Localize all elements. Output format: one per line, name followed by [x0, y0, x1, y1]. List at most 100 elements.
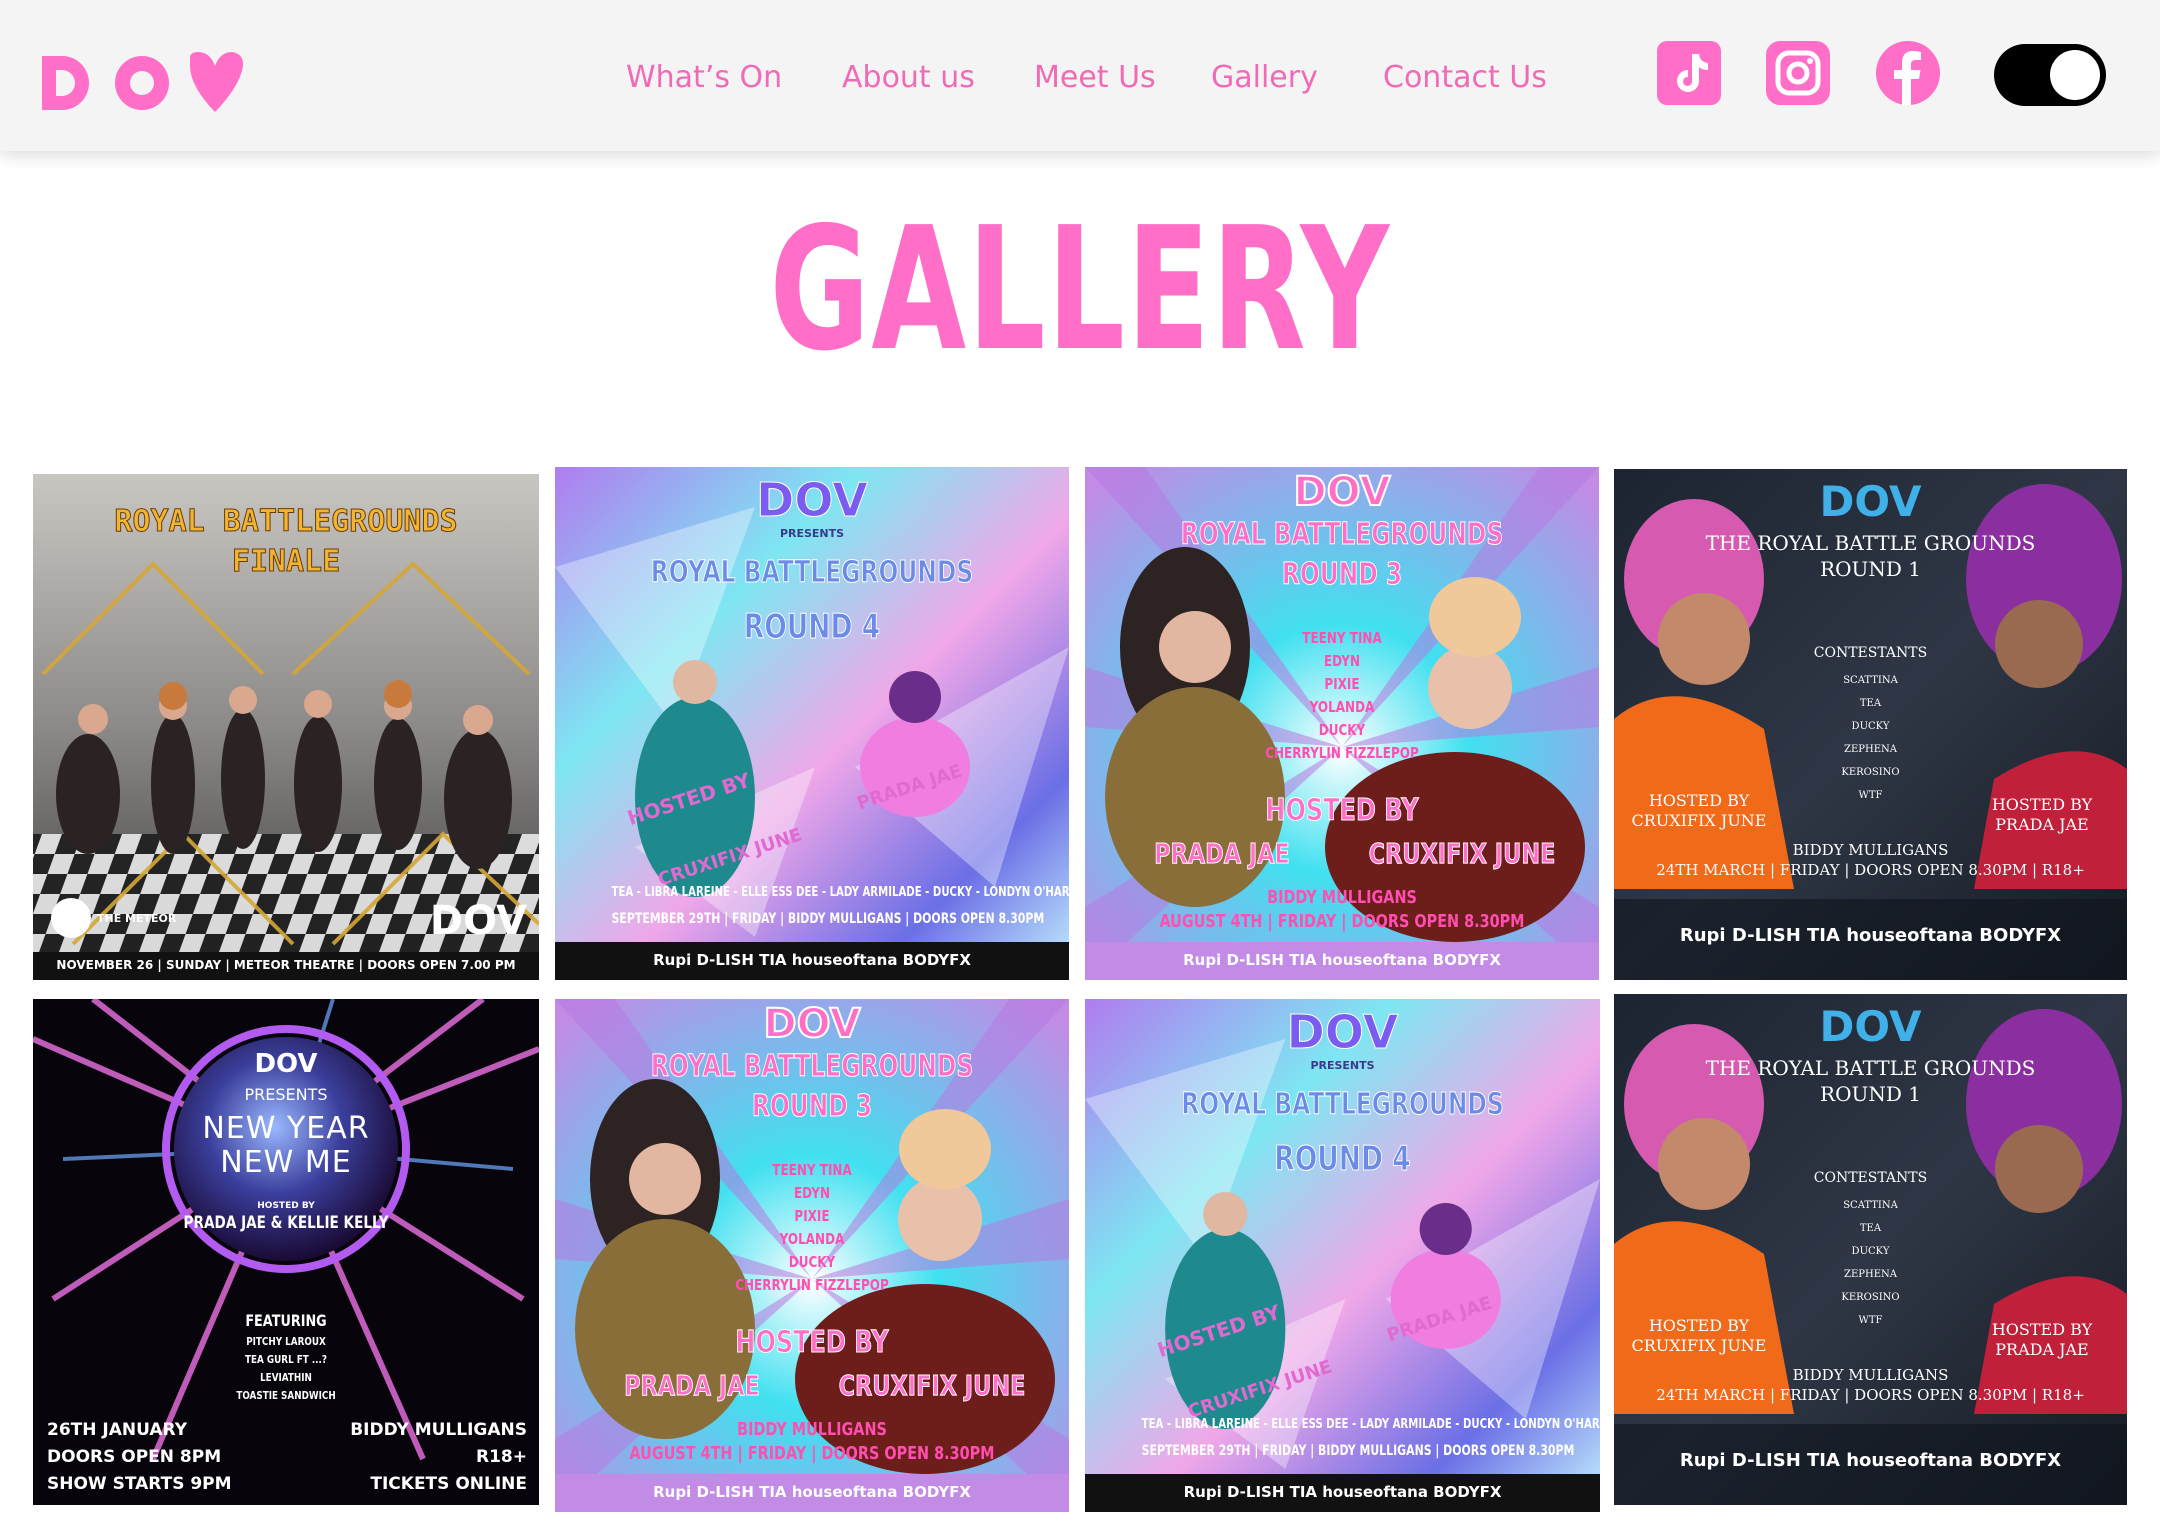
newyear-act: PITCHY LAROUX	[246, 1335, 326, 1348]
round3-b-hosted-by: HOSTED BY	[735, 1325, 889, 1361]
round4-sponsors: Rupi D-LISH TIA houseoftana BODYFX	[653, 951, 971, 969]
round4-b-presents: PRESENTS	[1310, 1059, 1375, 1072]
newyear-show: SHOW STARTS 9PM	[47, 1474, 232, 1494]
round1-contestant: DUCKY	[1851, 721, 1890, 732]
round4-dov-logo: DOV	[756, 473, 869, 528]
round1-b-host-left-label: HOSTED BY	[1648, 1316, 1750, 1335]
nav-gallery[interactable]: Gallery	[1211, 56, 1318, 100]
gallery-tile-finale[interactable]: ROYAL BATTLEGROUNDS FINALE THE METEOR DO…	[33, 474, 539, 980]
round3-contestant: EDYN	[1323, 652, 1361, 670]
gallery-tile-round1[interactable]: DOV THE ROYAL BATTLE GROUNDS ROUND 1 CON…	[1614, 469, 2127, 980]
page-title: GALLERY	[769, 191, 1391, 389]
round3-dov-logo: DOV	[1292, 468, 1391, 516]
round1-b-host-right-label: HOSTED BY	[1991, 1320, 2093, 1339]
newyear-venue: BIDDY MULLIGANS	[350, 1420, 527, 1440]
round1-host-right: HOSTED BY PRADA JAE	[1957, 795, 2127, 835]
newyear-right-info: BIDDY MULLIGANS R18+ TICKETS ONLINE	[350, 1417, 527, 1498]
round1-b-venue: BIDDY MULLIGANS	[1792, 1366, 1949, 1384]
round4-contestants: TEA - LIBRA LAREINE - ELLE ESS DEE - LAD…	[611, 885, 1069, 900]
round1-host-right-name: PRADA JAE	[1995, 815, 2089, 834]
round3-b-contestant: DUCKY	[788, 1253, 836, 1271]
round1-b-host-right: HOSTED BY PRADA JAE	[1957, 1320, 2127, 1360]
round1-b-contestant: KEROSINO	[1841, 1292, 1900, 1303]
newyear-acts: PITCHY LAROUX TEA GURL FT ...? LEVIATHIN…	[84, 1333, 489, 1405]
round1-title-line1: THE ROYAL BATTLE GROUNDS	[1705, 531, 2036, 555]
newyear-act: LEVIATHIN	[260, 1371, 312, 1384]
round1-host-left-name: CRUXIFIX JUNE	[1631, 811, 1767, 830]
nav-meet-us[interactable]: Meet Us	[1034, 56, 1156, 100]
round3-b-host2: CRUXIFIX JUNE	[838, 1369, 1026, 1403]
round3-b-title-line1: ROYAL BATTLEGROUNDS	[650, 1049, 974, 1085]
round3-hosted-by: HOSTED BY	[1265, 793, 1419, 829]
newyear-tickets: TICKETS ONLINE	[370, 1474, 527, 1494]
round1-contestants-label: CONTESTANTS	[1813, 645, 1928, 661]
nav-about-us[interactable]: About us	[842, 56, 975, 100]
newyear-doors: DOORS OPEN 8PM	[47, 1447, 222, 1467]
gallery-tile-round1-b[interactable]: DOV THE ROYAL BATTLE GROUNDS ROUND 1 CON…	[1614, 994, 2127, 1505]
round4-presents: PRESENTS	[779, 527, 845, 540]
newyear-date: 26TH JANUARY	[47, 1420, 188, 1440]
newyear-hosts: PRADA JAE & KELLIE KELLY	[183, 1213, 389, 1233]
newyear-act: TEA GURL FT ...?	[245, 1353, 327, 1366]
round1-host-left: HOSTED BY CRUXIFIX JUNE	[1614, 791, 1784, 831]
round1-date: 24TH MARCH | FRIDAY | DOORS OPEN 8.30PM …	[1656, 861, 2085, 879]
round3-b-contestant: TEENY TINA	[772, 1161, 852, 1179]
newyear-dov-logo: DOV	[254, 1049, 318, 1079]
round3-title-line1: ROYAL BATTLEGROUNDS	[1180, 517, 1504, 553]
gallery-tile-round4-b[interactable]: DOV PRESENTS ROYAL BATTLEGROUNDS ROUND 4…	[1085, 999, 1600, 1512]
round1-sponsors: Rupi D-LISH TIA houseoftana BODYFX	[1679, 925, 2062, 946]
round1-host-right-label: HOSTED BY	[1991, 795, 2093, 814]
round1-contestant: KEROSINO	[1841, 767, 1900, 778]
round3-b-contestant: PIXIE	[794, 1207, 830, 1225]
finale-title-line1: ROYAL BATTLEGROUNDS	[114, 504, 458, 540]
round1-b-contestant: SCATTINA	[1843, 1200, 1898, 1211]
round3-b-contestant: YOLANDA	[779, 1230, 845, 1248]
newyear-title-line1: NEW YEAR	[202, 1111, 370, 1146]
gallery-tile-round3-b[interactable]: DOV ROYAL BATTLEGROUNDS ROUND 3 TEENY TI…	[555, 999, 1069, 1512]
round3-date: AUGUST 4TH | FRIDAY | DOORS OPEN 8.30PM	[1159, 911, 1525, 932]
round4-b-title-line1: ROYAL BATTLEGROUNDS	[1181, 1087, 1504, 1123]
round3-contestants: TEENY TINA EDYN PIXIE YOLANDA DUCKY CHER…	[1136, 627, 1547, 765]
nav-whats-on[interactable]: What’s On	[626, 56, 782, 100]
round1-b-title-line1: THE ROYAL BATTLE GROUNDS	[1705, 1056, 2036, 1080]
round3-contestant: DUCKY	[1318, 721, 1366, 739]
gallery-tile-round4[interactable]: DOV PRESENTS ROYAL BATTLEGROUNDS ROUND 4…	[555, 467, 1069, 980]
round4-title-line2: ROUND 4	[743, 607, 881, 648]
round3-contestant: TEENY TINA	[1302, 629, 1382, 647]
gallery-tile-round3[interactable]: DOV ROYAL BATTLEGROUNDS ROUND 3 TEENY TI…	[1085, 467, 1599, 980]
instagram-icon[interactable]	[1765, 40, 1831, 106]
round4-date: SEPTEMBER 29TH | FRIDAY | BIDDY MULLIGAN…	[611, 911, 1045, 927]
newyear-act: TOASTIE SANDWICH	[236, 1389, 336, 1402]
round3-contestant: CHERRYLIN FIZZLEPOP	[1265, 744, 1419, 762]
round4-title-line1: ROYAL BATTLEGROUNDS	[650, 555, 974, 591]
round1-host-left-label: HOSTED BY	[1648, 791, 1750, 810]
round3-host2: CRUXIFIX JUNE	[1368, 837, 1556, 871]
round3-b-sponsors: Rupi D-LISH TIA houseoftana BODYFX	[653, 1483, 971, 1501]
round4-b-poster-art	[1085, 999, 1600, 1512]
finale-venue-logo: THE METEOR	[97, 912, 177, 925]
round1-b-contestant: ZEPHENA	[1844, 1269, 1897, 1280]
round3-b-contestants: TEENY TINA EDYN PIXIE YOLANDA DUCKY CHER…	[606, 1159, 1017, 1297]
theme-toggle[interactable]	[1994, 44, 2106, 106]
round3-contestant: PIXIE	[1324, 675, 1360, 693]
facebook-icon[interactable]	[1875, 40, 1941, 106]
round3-b-title-line2: ROUND 3	[751, 1089, 873, 1125]
round4-b-contestants: TEA - LIBRA LAREINE - ELLE ESS DEE - LAD…	[1141, 1417, 1600, 1432]
round3-venue: BIDDY MULLIGANS	[1267, 887, 1417, 908]
round1-b-sponsors: Rupi D-LISH TIA houseoftana BODYFX	[1679, 1450, 2062, 1471]
nav-contact-us[interactable]: Contact Us	[1383, 56, 1547, 100]
newyear-featuring: FEATURING	[245, 1311, 327, 1330]
round1-dov-logo: DOV	[1819, 477, 1922, 526]
round1-b-host-left-name: CRUXIFIX JUNE	[1631, 1336, 1767, 1355]
gallery-tile-new-year[interactable]: DOV PRESENTS NEW YEAR NEW ME HOSTED BY P…	[33, 999, 539, 1505]
round4-b-sponsors: Rupi D-LISH TIA houseoftana BODYFX	[1183, 1483, 1502, 1501]
round1-b-contestants: SCATTINA TEA DUCKY ZEPHENA KEROSINO WTF	[1614, 1194, 2127, 1332]
round3-title-line2: ROUND 3	[1281, 557, 1403, 593]
tiktok-icon[interactable]	[1656, 40, 1722, 106]
round1-b-date: 24TH MARCH | FRIDAY | DOORS OPEN 8.30PM …	[1656, 1386, 2085, 1404]
round4-b-dov-logo: DOV	[1286, 1005, 1399, 1060]
round1-b-host-right-name: PRADA JAE	[1995, 1340, 2089, 1359]
dov-logo[interactable]	[40, 52, 246, 114]
round3-sponsors: Rupi D-LISH TIA houseoftana BODYFX	[1183, 951, 1501, 969]
finale-title-line2: FINALE	[231, 544, 341, 580]
